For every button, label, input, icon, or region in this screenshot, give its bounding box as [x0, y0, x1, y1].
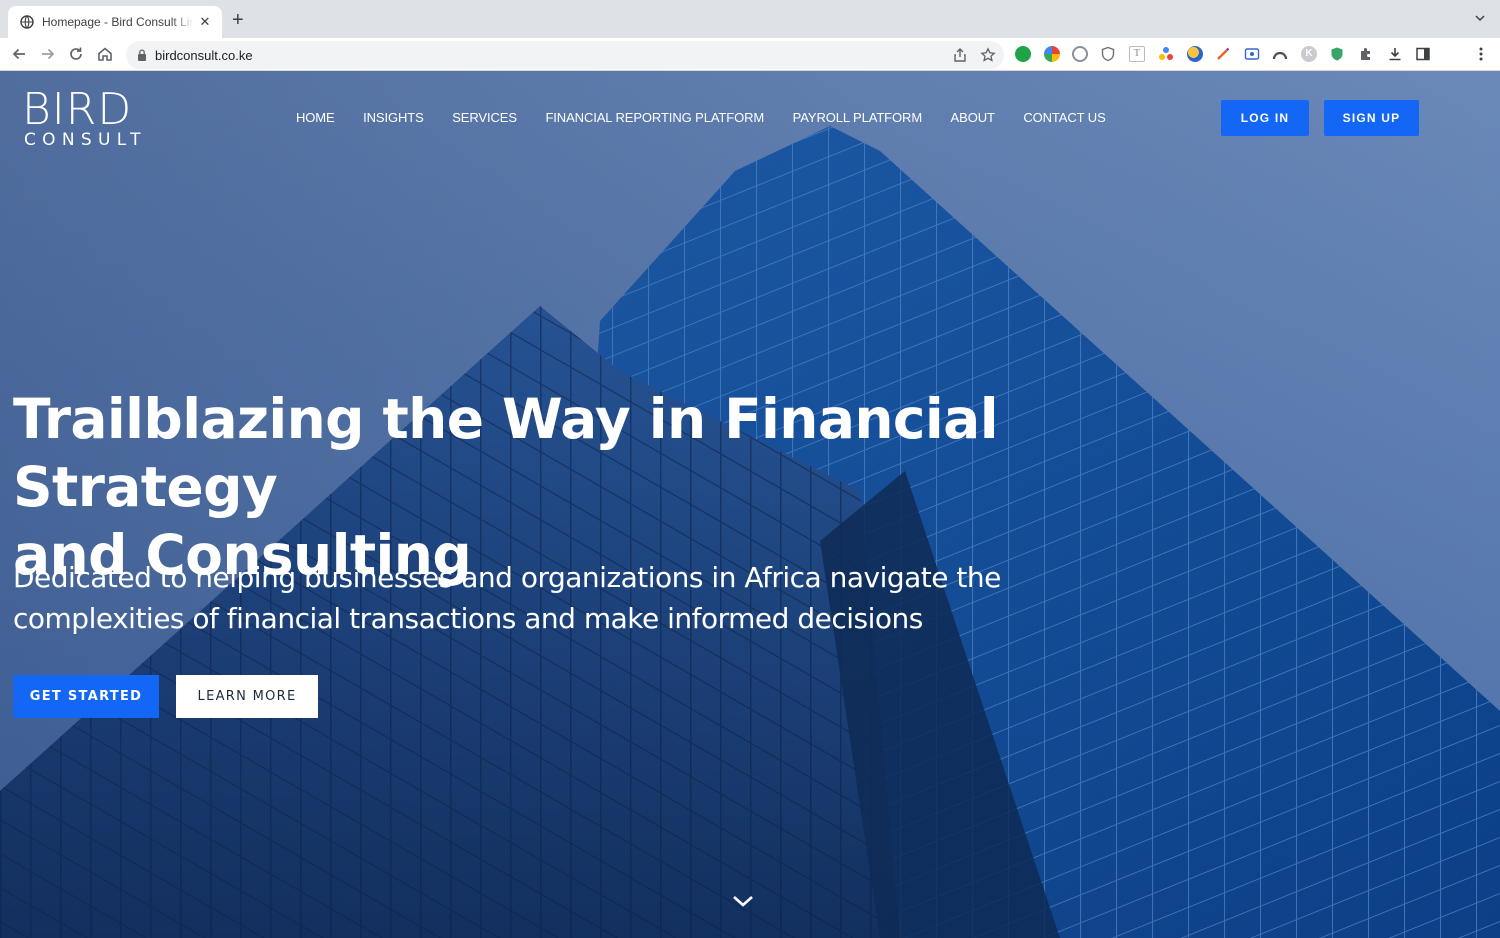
- learn-more-button[interactable]: LEARN MORE: [176, 675, 318, 718]
- globe-icon: [20, 15, 34, 29]
- share-icon[interactable]: [952, 47, 968, 63]
- browser-tab[interactable]: Homepage - Bird Consult Limited ✕: [8, 6, 222, 38]
- browser-menu-kebab-icon[interactable]: [1473, 46, 1489, 62]
- home-icon[interactable]: [96, 45, 114, 63]
- hero-subheadline-line2: complexities of financial transactions a…: [13, 602, 923, 635]
- hero-subheadline: Dedicated to helping businesses and orga…: [13, 557, 1073, 639]
- hero-section: BIRD CONSULT HOME INSIGHTS SERVICES FINA…: [0, 71, 1500, 938]
- new-tab-button[interactable]: +: [232, 9, 244, 31]
- extensions-puzzle-icon[interactable]: [1358, 46, 1374, 62]
- logo-text-consult: CONSULT: [24, 130, 147, 150]
- reload-icon[interactable]: [67, 45, 85, 63]
- extension-color-wheel-icon[interactable]: [1044, 46, 1060, 62]
- nav-home[interactable]: HOME: [296, 110, 335, 125]
- extension-green-icon[interactable]: [1015, 46, 1031, 62]
- extension-arch-icon[interactable]: [1272, 46, 1288, 62]
- download-icon[interactable]: [1387, 46, 1403, 62]
- chevron-down-icon[interactable]: [731, 893, 755, 909]
- logo-text-bird: BIRD: [22, 84, 133, 135]
- hero-headline-line1: Trailblazing the Way in Financial Strate…: [13, 387, 999, 519]
- nav-services[interactable]: SERVICES: [452, 110, 517, 125]
- extension-pen-icon[interactable]: [1215, 46, 1231, 62]
- tab-title: Homepage - Bird Consult Limited: [42, 15, 194, 29]
- lock-icon[interactable]: [136, 48, 148, 62]
- address-bar[interactable]: birdconsult.co.ke: [126, 41, 1004, 69]
- login-button[interactable]: LOG IN: [1221, 100, 1309, 136]
- side-panel-icon[interactable]: [1415, 46, 1431, 62]
- extension-heart-shield-icon[interactable]: [1329, 46, 1345, 62]
- nav-payroll-platform[interactable]: PAYROLL PLATFORM: [793, 110, 922, 125]
- signup-button[interactable]: SIGN UP: [1324, 100, 1419, 136]
- back-arrow-icon[interactable]: [10, 45, 28, 63]
- extension-k-icon[interactable]: K: [1301, 46, 1317, 62]
- url-text[interactable]: birdconsult.co.ke: [155, 48, 253, 63]
- star-icon[interactable]: [980, 47, 996, 63]
- nav-financial-reporting-platform[interactable]: FINANCIAL REPORTING PLATFORM: [545, 110, 764, 125]
- hero-subheadline-line1: Dedicated to helping businesses and orga…: [13, 561, 1001, 594]
- extension-shield-icon[interactable]: [1100, 46, 1116, 62]
- tab-search-chevron-icon[interactable]: [1474, 12, 1486, 24]
- bird-consult-logo[interactable]: BIRD CONSULT: [22, 88, 146, 150]
- nav-contact-us[interactable]: CONTACT US: [1023, 110, 1105, 125]
- nav-about[interactable]: ABOUT: [951, 110, 995, 125]
- nav-insights[interactable]: INSIGHTS: [363, 110, 424, 125]
- extension-globe-icon[interactable]: [1187, 46, 1203, 62]
- tab-strip: Homepage - Bird Consult Limited ✕ +: [0, 0, 1500, 38]
- main-navigation: HOME INSIGHTS SERVICES FINANCIAL REPORTI…: [296, 110, 1134, 125]
- extension-grammar-icon[interactable]: [1072, 46, 1088, 62]
- forward-arrow-icon[interactable]: [39, 45, 57, 63]
- get-started-button[interactable]: GET STARTED: [13, 675, 159, 718]
- extension-dots-icon[interactable]: [1158, 46, 1174, 62]
- browser-toolbar: birdconsult.co.ke T K: [0, 38, 1500, 103]
- extension-screen-icon[interactable]: [1244, 46, 1260, 62]
- extension-text-icon[interactable]: T: [1129, 46, 1145, 62]
- tab-close-icon[interactable]: ✕: [198, 14, 212, 30]
